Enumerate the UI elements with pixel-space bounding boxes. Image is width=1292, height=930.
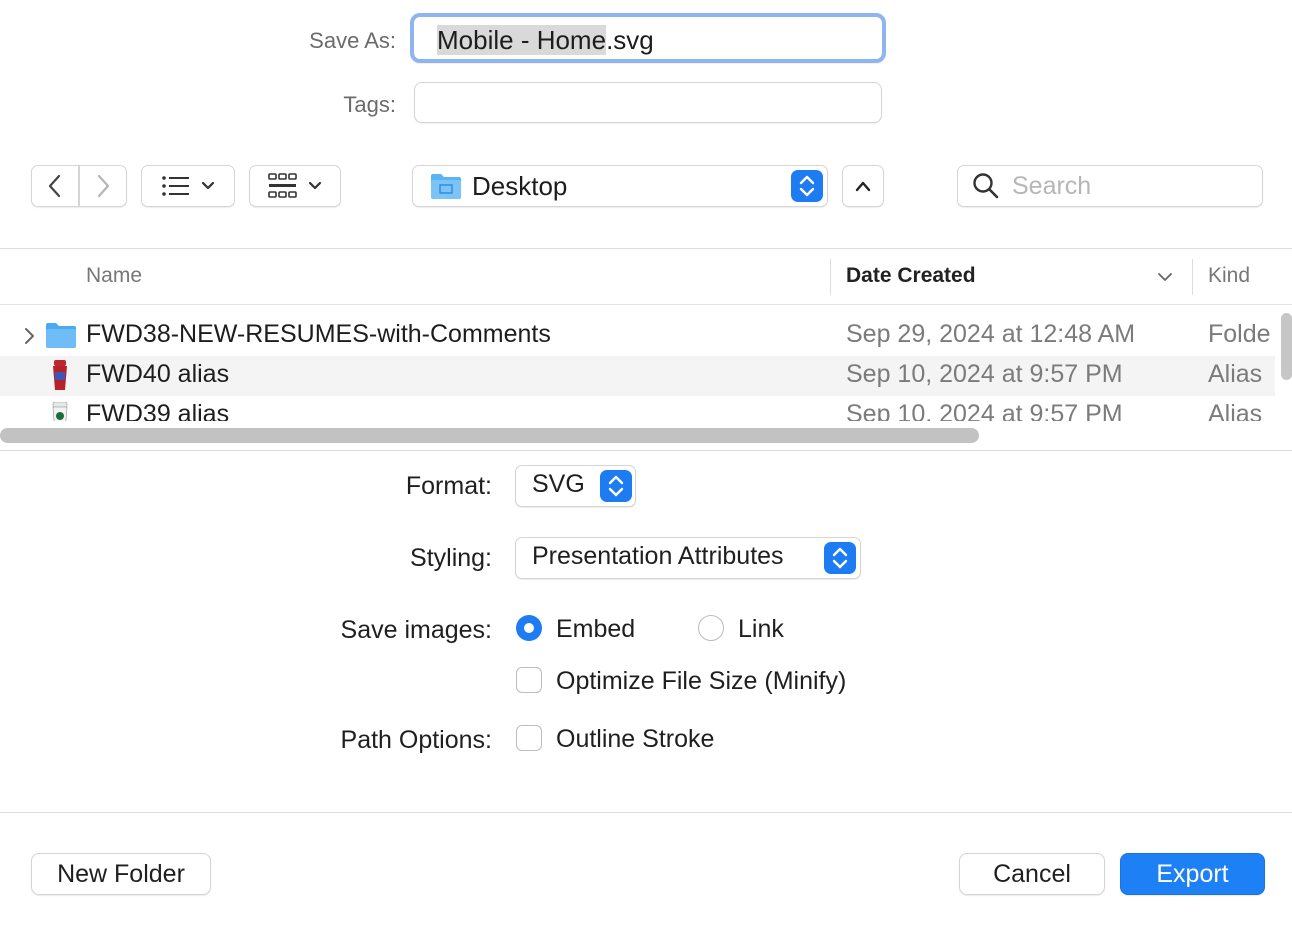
list-view-icon bbox=[162, 176, 189, 196]
gallery-view-button[interactable] bbox=[249, 165, 341, 207]
file-list-header: Name Date Created Kind bbox=[0, 248, 1292, 305]
alias-cup-icon bbox=[53, 360, 67, 390]
chevron-down-icon bbox=[308, 181, 322, 190]
search-icon bbox=[973, 173, 999, 199]
location-popup-arrows bbox=[791, 170, 823, 202]
up-down-arrows-icon bbox=[799, 175, 815, 197]
table-row[interactable]: FWD39 alias Sep 10, 2024 at 9:57 PM Alia… bbox=[0, 396, 1275, 422]
format-popup-arrows bbox=[600, 470, 632, 502]
outline-stroke-label[interactable]: Outline Stroke bbox=[556, 725, 714, 754]
vertical-scrollbar-thumb[interactable] bbox=[1281, 313, 1292, 380]
up-down-arrows-icon bbox=[608, 475, 624, 497]
file-list: FWD38-NEW-RESUMES-with-Comments Sep 29, … bbox=[0, 305, 1275, 422]
divider bbox=[0, 450, 1292, 451]
styling-popup[interactable]: Presentation Attributes bbox=[515, 537, 861, 579]
search-field[interactable]: Search bbox=[957, 165, 1263, 207]
collapse-button[interactable] bbox=[842, 165, 884, 207]
format-value: SVG bbox=[532, 470, 585, 498]
format-popup[interactable]: SVG bbox=[515, 465, 636, 507]
forward-button[interactable] bbox=[79, 165, 127, 207]
link-radio[interactable] bbox=[698, 615, 724, 641]
list-view-button[interactable] bbox=[141, 165, 235, 207]
optimize-checkbox[interactable] bbox=[516, 667, 542, 693]
file-name: FWD39 alias bbox=[86, 400, 230, 422]
disclosure-triangle-icon[interactable] bbox=[22, 326, 36, 346]
embed-radio[interactable] bbox=[516, 615, 542, 641]
save-as-label: Save As: bbox=[309, 28, 396, 53]
table-row[interactable]: FWD40 alias Sep 10, 2024 at 9:57 PM Alia… bbox=[0, 356, 1275, 396]
horizontal-scrollbar-thumb[interactable] bbox=[0, 428, 979, 443]
format-label: Format: bbox=[405, 472, 492, 500]
divider bbox=[0, 812, 1292, 813]
tags-label: Tags: bbox=[343, 92, 396, 117]
chevron-right-icon bbox=[97, 174, 110, 198]
up-down-arrows-icon bbox=[832, 547, 848, 569]
filename-extension: .svg bbox=[606, 25, 654, 55]
column-separator bbox=[830, 259, 831, 295]
gallery-grid-icon bbox=[268, 173, 297, 198]
file-kind: Folde bbox=[1208, 320, 1271, 348]
chevron-left-icon bbox=[48, 174, 61, 198]
export-button[interactable]: Export bbox=[1120, 853, 1265, 895]
new-folder-button[interactable]: New Folder bbox=[31, 853, 211, 895]
table-row[interactable]: FWD38-NEW-RESUMES-with-Comments Sep 29, … bbox=[0, 316, 1275, 356]
styling-popup-arrows bbox=[824, 542, 856, 574]
desktop-folder-icon bbox=[431, 174, 461, 199]
file-kind: Alias bbox=[1208, 400, 1263, 422]
link-label[interactable]: Link bbox=[738, 615, 784, 644]
file-date: Sep 10, 2024 at 9:57 PM bbox=[846, 360, 1123, 388]
back-button[interactable] bbox=[31, 165, 79, 207]
file-date: Sep 10, 2024 at 9:57 PM bbox=[846, 400, 1123, 422]
column-separator bbox=[1192, 259, 1193, 295]
styling-label: Styling: bbox=[410, 544, 492, 572]
alias-starbucks-icon bbox=[52, 402, 68, 421]
file-kind: Alias bbox=[1208, 360, 1263, 388]
styling-value: Presentation Attributes bbox=[532, 542, 784, 570]
file-date: Sep 29, 2024 at 12:48 AM bbox=[846, 320, 1136, 348]
chevron-down-icon bbox=[201, 181, 215, 190]
column-header-name[interactable]: Name bbox=[86, 264, 142, 288]
search-placeholder: Search bbox=[1012, 171, 1092, 200]
filename-selected-text: Mobile - Home bbox=[437, 25, 607, 55]
optimize-label[interactable]: Optimize File Size (Minify) bbox=[556, 667, 846, 696]
file-name: FWD38-NEW-RESUMES-with-Comments bbox=[86, 320, 551, 348]
save-dialog: Save As: Mobile - Home.svg Tags: Desktop… bbox=[0, 0, 1292, 930]
location-label: Desktop bbox=[472, 170, 568, 201]
file-name: FWD40 alias bbox=[86, 360, 230, 388]
column-header-kind[interactable]: Kind bbox=[1208, 264, 1250, 288]
folder-icon bbox=[46, 323, 76, 348]
tags-field[interactable] bbox=[414, 82, 882, 123]
path-options-label: Path Options: bbox=[340, 726, 492, 754]
embed-label[interactable]: Embed bbox=[556, 615, 635, 644]
chevron-up-icon bbox=[855, 181, 871, 192]
outline-stroke-checkbox[interactable] bbox=[516, 725, 542, 751]
cancel-button[interactable]: Cancel bbox=[959, 853, 1105, 895]
location-popup[interactable]: Desktop bbox=[412, 165, 828, 207]
save-as-field[interactable]: Mobile - Home.svg bbox=[410, 13, 886, 63]
column-header-date-created[interactable]: Date Created bbox=[846, 264, 976, 288]
save-images-label: Save images: bbox=[340, 616, 492, 644]
sort-chevron-down-icon bbox=[1158, 273, 1172, 281]
